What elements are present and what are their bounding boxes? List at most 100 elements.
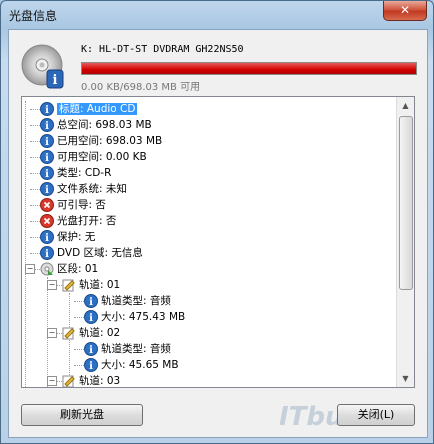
info-icon: i <box>40 182 54 196</box>
track-icon <box>62 326 76 340</box>
svg-text:i: i <box>89 313 93 324</box>
svg-text:i: i <box>89 345 93 356</box>
tree-connector <box>74 365 84 366</box>
tree-connector <box>30 109 40 110</box>
window-title: 光盘信息 <box>9 9 58 23</box>
error-icon <box>40 214 54 228</box>
svg-text:i: i <box>45 249 49 260</box>
info-icon: i <box>84 358 98 372</box>
tree-row-label: 轨道类型: 音频 <box>101 295 171 307</box>
tree-row-label: 大小: 475.43 MB <box>101 311 186 323</box>
tree-row[interactable]: i 轨道类型: 音频 <box>84 341 171 357</box>
svg-text:i: i <box>45 137 49 148</box>
cd-icon: i <box>21 44 64 89</box>
tree-row[interactable]: i DVD 区域: 无信息 <box>40 245 143 261</box>
svg-text:i: i <box>53 73 58 88</box>
tree-scrollbar[interactable]: ▲ ▼ <box>396 97 414 387</box>
tree-connector <box>30 157 40 158</box>
info-icon: i <box>40 230 54 244</box>
svg-text:i: i <box>45 169 49 180</box>
svg-text:i: i <box>45 153 49 164</box>
space-text: 0.00 KB/698.03 MB 可用 <box>81 82 201 93</box>
collapse-toggle-icon[interactable]: − <box>47 280 57 290</box>
tree-row[interactable]: i 可用空间: 0.00 KB <box>40 149 147 165</box>
info-icon: i <box>84 342 98 356</box>
tree-row[interactable]: 区段: 01 <box>40 261 98 277</box>
drive-label: K: HL-DT-ST DVDRAM GH22NS50 <box>81 44 244 55</box>
tree-row[interactable]: i 已用空间: 698.03 MB <box>40 133 162 149</box>
tree-row[interactable]: i 文件系统: 未知 <box>40 181 127 197</box>
tree-row[interactable]: i 大小: 475.43 MB <box>84 309 185 325</box>
info-icon: i <box>40 246 54 260</box>
disc-info-tree[interactable]: ▲ ▼ i 标题: Audio CD i 总空间: 698.03 MB i 已用空间: 6… <box>21 96 415 388</box>
tree-row-label: 区段: 01 <box>57 263 99 275</box>
scroll-up-arrow-icon[interactable]: ▲ <box>397 97 414 114</box>
tree-row[interactable]: i 轨道类型: 音频 <box>84 293 171 309</box>
tree-row-label: 类型: CD-R <box>57 167 112 179</box>
space-usage-fill <box>82 63 416 74</box>
tree-row-label: 标题: Audio CD <box>57 103 138 115</box>
svg-text:i: i <box>45 233 49 244</box>
dialog-client: i K: HL-DT-ST DVDRAM GH22NS50 0.00 KB/69… <box>8 29 428 438</box>
collapse-toggle-icon[interactable]: − <box>47 376 57 386</box>
tree-connector <box>30 253 40 254</box>
refresh-disc-button[interactable]: 刷新光盘 <box>21 404 143 426</box>
tree-row-label: 可引导: 否 <box>57 199 106 211</box>
svg-text:i: i <box>45 105 49 116</box>
tree-connector <box>74 301 84 302</box>
title-bar: 光盘信息 ✕ <box>1 1 433 29</box>
tree-row-label: DVD 区域: 无信息 <box>57 247 143 259</box>
scroll-down-arrow-icon[interactable]: ▼ <box>397 370 414 387</box>
tree-connector <box>74 317 84 318</box>
tree-row-label: 轨道: 03 <box>79 375 121 387</box>
tree-connector <box>30 237 40 238</box>
tree-row-label: 已用空间: 698.03 MB <box>57 135 163 147</box>
info-icon: i <box>40 150 54 164</box>
tree-row[interactable]: i 类型: CD-R <box>40 165 111 181</box>
tree-row[interactable]: i 大小: 45.65 MB <box>84 357 179 373</box>
track-icon <box>62 374 76 387</box>
info-icon: i <box>40 134 54 148</box>
tree-row-label: 总空间: 698.03 MB <box>57 119 152 131</box>
tree-row[interactable]: 光盘打开: 否 <box>40 213 116 229</box>
tree-row[interactable]: 轨道: 01 <box>62 277 120 293</box>
tree-row-label: 保护: 无 <box>57 231 96 243</box>
tree-connector <box>30 125 40 126</box>
scroll-thumb[interactable] <box>399 116 413 290</box>
info-icon: i <box>40 166 54 180</box>
info-icon: i <box>40 118 54 132</box>
tree-row[interactable]: 轨道: 03 <box>62 373 121 387</box>
tree-connector <box>30 205 40 206</box>
space-usage-bar <box>81 62 417 75</box>
tree-connector <box>30 189 40 190</box>
tree-row-label: 大小: 45.65 MB <box>101 359 179 371</box>
info-icon: i <box>40 102 54 116</box>
tree-row[interactable]: i 总空间: 698.03 MB <box>40 117 152 133</box>
svg-text:i: i <box>89 361 93 372</box>
collapse-toggle-icon[interactable]: − <box>25 264 35 274</box>
track-icon <box>62 278 76 292</box>
tree-row-label: 可用空间: 0.00 KB <box>57 151 147 163</box>
tree-connector <box>30 221 40 222</box>
error-icon <box>40 198 54 212</box>
window-close-button[interactable]: ✕ <box>383 1 427 21</box>
collapse-toggle-icon[interactable]: − <box>47 328 57 338</box>
tree-row-label: 文件系统: 未知 <box>57 183 127 195</box>
svg-text:i: i <box>89 297 93 308</box>
tree-connector <box>30 141 40 142</box>
session-icon <box>40 262 54 276</box>
tree-connector <box>74 349 84 350</box>
disc-info-window: 光盘信息 ✕ i K: HL-DT-ST DVDRAM GH22NS50 0.0… <box>0 0 434 444</box>
close-button[interactable]: 关闭(L) <box>337 404 415 426</box>
info-icon: i <box>84 294 98 308</box>
tree-row[interactable]: 可引导: 否 <box>40 197 106 213</box>
tree-connector <box>30 173 40 174</box>
tree-guide-line <box>25 101 26 387</box>
tree-row[interactable]: i 标题: Audio CD <box>40 101 138 117</box>
tree-row-label: 轨道类型: 音频 <box>101 343 171 355</box>
svg-text:i: i <box>45 185 49 196</box>
tree-row[interactable]: 轨道: 02 <box>62 325 120 341</box>
tree-row[interactable]: i 保护: 无 <box>40 229 95 245</box>
watermark-logo: ITbu <box>279 402 344 432</box>
tree-row-label: 光盘打开: 否 <box>57 215 117 227</box>
